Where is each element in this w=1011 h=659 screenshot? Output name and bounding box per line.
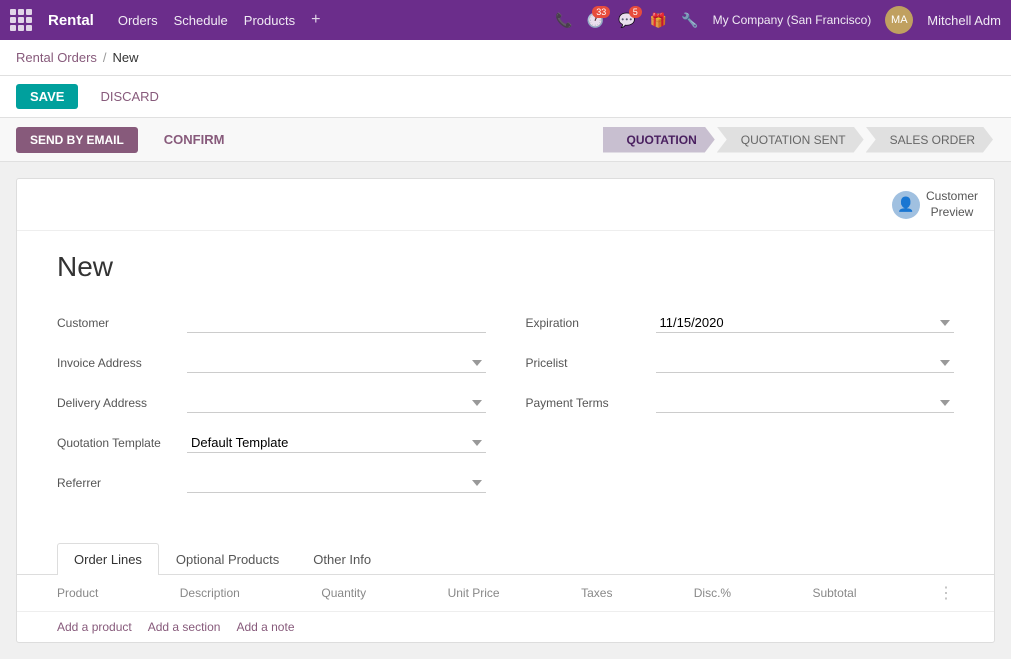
order-tabs: Order Lines Optional Products Other Info <box>17 527 994 575</box>
stage-sales-order[interactable]: SALES ORDER <box>866 127 993 153</box>
expiration-select[interactable]: 11/15/2020 <box>656 313 955 333</box>
delivery-address-label: Delivery Address <box>57 396 187 410</box>
pricelist-label: Pricelist <box>526 356 656 370</box>
stage-quotation-sent[interactable]: QUOTATION SENT <box>717 127 864 153</box>
form-right-col: Expiration 11/15/2020 Pricelist Payment … <box>526 307 955 507</box>
phone-icon[interactable]: 📞 <box>555 12 572 29</box>
form-fields: Customer Invoice Address Delivery Addres… <box>57 307 954 507</box>
right-icons: 📞 🕐33 💬5 🎁 🔧 My Company (San Francisco) … <box>555 6 1001 34</box>
field-payment-terms: Payment Terms <box>526 387 955 419</box>
nav-orders[interactable]: Orders <box>118 13 158 28</box>
wrench-icon[interactable]: 🔧 <box>681 12 698 29</box>
invoice-address-select[interactable] <box>187 353 486 373</box>
col-product: Product <box>17 575 140 612</box>
table-header-row: Product Description Quantity Unit Price … <box>17 575 994 612</box>
delivery-address-select[interactable] <box>187 393 486 413</box>
col-more: ⋮ <box>898 575 994 612</box>
payment-terms-select[interactable] <box>656 393 955 413</box>
avatar[interactable]: MA <box>885 6 913 34</box>
referrer-select[interactable] <box>187 473 486 493</box>
table-actions: Add a product Add a section Add a note <box>17 612 994 642</box>
send-email-button[interactable]: SEND BY EMAIL <box>16 127 138 153</box>
expiration-label: Expiration <box>526 316 656 330</box>
top-nav: Rental Orders Schedule Products + 📞 🕐33 … <box>0 0 1011 40</box>
tab-optional-products[interactable]: Optional Products <box>159 543 296 575</box>
pricelist-select[interactable] <box>656 353 955 373</box>
breadcrumb-separator: / <box>103 50 107 65</box>
invoice-address-label: Invoice Address <box>57 356 187 370</box>
chat-icon[interactable]: 💬5 <box>618 12 635 29</box>
nav-products[interactable]: Products <box>244 13 295 28</box>
form-body: New Customer Invoice Address Delivery Ad… <box>17 231 994 527</box>
add-product-link[interactable]: Add a product <box>57 620 132 634</box>
form-card: 👤 CustomerPreview New Customer Invoice A… <box>16 178 995 643</box>
form-title: New <box>57 251 954 283</box>
app-name: Rental <box>48 12 94 29</box>
action-bar: SAVE DISCARD <box>0 76 1011 118</box>
company-name: My Company (San Francisco) <box>713 13 872 27</box>
col-quantity: Quantity <box>281 575 407 612</box>
order-table: Product Description Quantity Unit Price … <box>17 575 994 612</box>
stage-quotation[interactable]: QUOTATION <box>603 127 715 153</box>
quotation-template-select[interactable]: Default Template <box>187 433 486 453</box>
quotation-template-label: Quotation Template <box>57 436 187 450</box>
col-taxes: Taxes <box>541 575 654 612</box>
preview-icon: 👤 <box>892 191 920 219</box>
customer-preview-bar: 👤 CustomerPreview <box>17 179 994 231</box>
tab-other-info[interactable]: Other Info <box>296 543 388 575</box>
status-bar: SEND BY EMAIL CONFIRM QUOTATION QUOTATIO… <box>0 118 1011 162</box>
customer-label: Customer <box>57 316 187 330</box>
add-menu-button[interactable]: + <box>311 11 320 29</box>
col-subtotal: Subtotal <box>772 575 898 612</box>
col-unit-price: Unit Price <box>408 575 542 612</box>
col-description: Description <box>140 575 282 612</box>
clock-icon[interactable]: 🕐33 <box>587 12 604 29</box>
field-referrer: Referrer <box>57 467 486 499</box>
main-content: 👤 CustomerPreview New Customer Invoice A… <box>0 162 1011 659</box>
gift-icon[interactable]: 🎁 <box>650 12 667 29</box>
nav-schedule[interactable]: Schedule <box>174 13 228 28</box>
stage-pipeline: QUOTATION QUOTATION SENT SALES ORDER <box>603 127 995 153</box>
customer-preview-button[interactable]: 👤 CustomerPreview <box>892 189 978 220</box>
confirm-button[interactable]: CONFIRM <box>150 126 239 153</box>
col-disc: Disc.% <box>654 575 773 612</box>
field-customer: Customer <box>57 307 486 339</box>
breadcrumb: Rental Orders / New <box>0 40 1011 76</box>
field-delivery-address: Delivery Address <box>57 387 486 419</box>
clock-badge: 33 <box>592 6 610 18</box>
save-button[interactable]: SAVE <box>16 84 78 109</box>
field-expiration: Expiration 11/15/2020 <box>526 307 955 339</box>
add-note-link[interactable]: Add a note <box>236 620 294 634</box>
payment-terms-label: Payment Terms <box>526 396 656 410</box>
customer-preview-label: CustomerPreview <box>926 189 978 220</box>
field-pricelist: Pricelist <box>526 347 955 379</box>
field-invoice-address: Invoice Address <box>57 347 486 379</box>
discard-button[interactable]: DISCARD <box>86 84 173 109</box>
tab-order-lines[interactable]: Order Lines <box>57 543 159 575</box>
breadcrumb-current: New <box>113 50 139 65</box>
chat-badge: 5 <box>629 6 642 18</box>
field-quotation-template: Quotation Template Default Template <box>57 427 486 459</box>
referrer-label: Referrer <box>57 476 187 490</box>
apps-icon[interactable] <box>10 9 32 31</box>
breadcrumb-parent[interactable]: Rental Orders <box>16 50 97 65</box>
form-left-col: Customer Invoice Address Delivery Addres… <box>57 307 486 507</box>
add-section-link[interactable]: Add a section <box>148 620 221 634</box>
customer-input[interactable] <box>187 313 486 333</box>
user-name[interactable]: Mitchell Adm <box>927 13 1001 28</box>
